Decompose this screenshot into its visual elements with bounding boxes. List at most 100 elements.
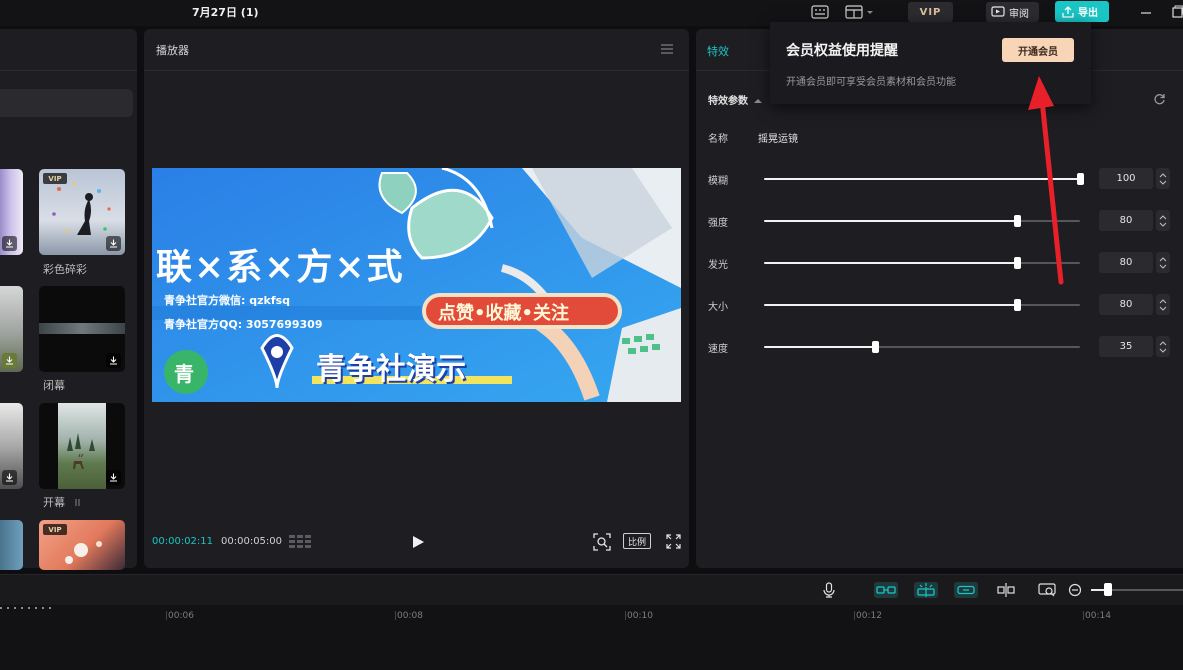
annotation-arrow-icon xyxy=(1028,76,1064,285)
reset-icon[interactable] xyxy=(1153,91,1166,110)
maximize-icon[interactable] xyxy=(1170,4,1183,18)
media-panel-header xyxy=(0,29,137,71)
param-value-input[interactable]: 80 xyxy=(1099,294,1153,315)
total-time: 00:00:05:00 xyxy=(221,536,283,547)
download-icon[interactable] xyxy=(106,236,121,251)
link-clip-icon[interactable] xyxy=(874,582,898,598)
param-stepper[interactable] xyxy=(1156,168,1170,189)
review-label: 审阅 xyxy=(1009,8,1029,20)
chevron-down-icon[interactable] xyxy=(1159,264,1167,269)
param-slider-fill xyxy=(764,346,875,348)
preview-axis-icon[interactable] xyxy=(1037,582,1057,598)
param-value-input[interactable]: 80 xyxy=(1099,210,1153,231)
app-window: 7月27日 (1) VIP 审阅 导出 VIP 彩色碎彩 闭幕 开幕 II VI… xyxy=(0,0,1183,670)
download-icon[interactable] xyxy=(106,353,121,368)
media-library-panel: VIP 彩色碎彩 闭幕 开幕 II VIP xyxy=(0,29,137,570)
tab-effects[interactable]: 特效 xyxy=(707,43,729,59)
play-icon[interactable] xyxy=(411,534,425,553)
aspect-ratio-button[interactable]: 比例 xyxy=(623,533,651,549)
video-heading: 联×系×方×式 xyxy=(156,246,405,288)
param-stepper[interactable] xyxy=(1156,210,1170,231)
linkage-icon[interactable] xyxy=(954,582,978,598)
zoom-slider-thumb[interactable] xyxy=(1104,583,1112,596)
player-title: 播放器 xyxy=(156,43,189,57)
popup-title: 会员权益使用提醒 xyxy=(786,43,898,59)
waveform-icon[interactable] xyxy=(289,533,311,553)
project-title: 7月27日 (1) xyxy=(192,6,259,19)
player-header: 播放器 xyxy=(144,29,689,71)
chevron-down-icon[interactable] xyxy=(1159,180,1167,185)
param-slider-fill xyxy=(764,262,1017,264)
chevron-up-icon[interactable] xyxy=(1159,256,1167,262)
vip-badge[interactable]: VIP xyxy=(908,2,953,22)
effect-params-title[interactable]: 特效参数 xyxy=(708,92,763,107)
effect-label: 闭幕 xyxy=(43,379,65,392)
timeline-toolbar xyxy=(0,574,1183,605)
param-slider-fill xyxy=(764,220,1017,222)
effect-thumbnail[interactable] xyxy=(0,169,23,255)
ruler-tick: |00:06 xyxy=(165,611,194,621)
open-vip-button[interactable]: 开通会员 xyxy=(1002,38,1074,62)
microphone-icon[interactable] xyxy=(822,582,836,598)
effect-thumbnail[interactable]: VIP xyxy=(39,520,125,570)
video-qq: 青争社官方QQ: 3057699309 xyxy=(164,318,323,331)
crop-scan-icon[interactable] xyxy=(593,533,611,555)
param-stepper[interactable] xyxy=(1156,294,1170,315)
download-icon[interactable] xyxy=(106,470,121,485)
param-slider[interactable] xyxy=(764,299,1080,311)
pause-glyph: II xyxy=(74,498,81,509)
chevron-down-icon[interactable] xyxy=(1159,348,1167,353)
download-icon[interactable] xyxy=(2,236,17,251)
magnet-snap-icon[interactable] xyxy=(914,582,938,598)
video-wechat: 青争社官方微信: qzkfsq xyxy=(164,294,291,307)
video-preview[interactable]: 联×系×方×式 青争社官方微信: qzkfsq 青争社官方QQ: 3057699… xyxy=(152,168,681,402)
chevron-down-icon[interactable] xyxy=(1159,222,1167,227)
menu-icon[interactable] xyxy=(661,44,673,54)
param-value-input[interactable]: 35 xyxy=(1099,336,1153,357)
zoom-out-icon[interactable] xyxy=(1068,582,1082,598)
param-value-input[interactable]: 80 xyxy=(1099,252,1153,273)
minimize-icon[interactable] xyxy=(1139,4,1153,18)
effect-thumbnail-close-curtain[interactable] xyxy=(39,286,125,372)
effect-label: 开幕 II xyxy=(43,496,81,509)
shortcut-keyboard-icon[interactable] xyxy=(810,3,830,21)
ruler-tick: |00:08 xyxy=(394,611,423,621)
timeline-ruler[interactable]: |00:06 |00:08 |00:10 |00:12 |00:14 xyxy=(0,605,1183,670)
effect-label: 彩色碎彩 xyxy=(43,263,87,276)
ruler-tick: |00:14 xyxy=(1082,611,1111,621)
ruler-dots xyxy=(0,607,52,609)
param-slider-thumb[interactable] xyxy=(1013,299,1021,311)
review-icon xyxy=(991,6,1005,17)
param-slider[interactable] xyxy=(764,341,1080,353)
param-value-input[interactable]: 100 xyxy=(1099,168,1153,189)
download-icon[interactable] xyxy=(2,470,17,485)
chevron-down-icon[interactable] xyxy=(1159,306,1167,311)
chevron-up-icon[interactable] xyxy=(1159,298,1167,304)
upload-icon xyxy=(1062,5,1074,18)
vip-tag: VIP xyxy=(43,524,67,535)
effect-thumbnail[interactable] xyxy=(0,403,23,489)
split-icon[interactable] xyxy=(996,582,1016,598)
param-slider-fill xyxy=(764,304,1017,306)
effect-thumbnail[interactable] xyxy=(0,520,23,570)
vip-tag: VIP xyxy=(43,173,67,184)
ruler-tick: |00:10 xyxy=(624,611,653,621)
export-button[interactable]: 导出 xyxy=(1055,1,1109,22)
review-button[interactable]: 审阅 xyxy=(986,2,1039,22)
effect-thumbnail-open-curtain[interactable] xyxy=(39,403,125,489)
chevron-up-icon[interactable] xyxy=(1159,172,1167,178)
ruler-tick: |00:12 xyxy=(853,611,882,621)
player-panel: 播放器 联×系×方×式 青争社官方微信: qzkfsq 青争社官方QQ: 305… xyxy=(144,29,689,568)
param-label: 速度 xyxy=(708,344,728,355)
param-slider-thumb[interactable] xyxy=(871,341,879,353)
effect-thumbnail[interactable] xyxy=(0,286,23,372)
layout-menu-icon[interactable] xyxy=(844,3,876,21)
download-icon[interactable] xyxy=(2,353,17,368)
effect-thumbnail-colorful[interactable]: VIP xyxy=(39,169,125,255)
param-stepper[interactable] xyxy=(1156,336,1170,357)
param-stepper[interactable] xyxy=(1156,252,1170,273)
search-input[interactable] xyxy=(0,89,133,117)
chevron-up-icon[interactable] xyxy=(1159,214,1167,220)
fullscreen-icon[interactable] xyxy=(666,534,681,553)
chevron-up-icon[interactable] xyxy=(1159,340,1167,346)
